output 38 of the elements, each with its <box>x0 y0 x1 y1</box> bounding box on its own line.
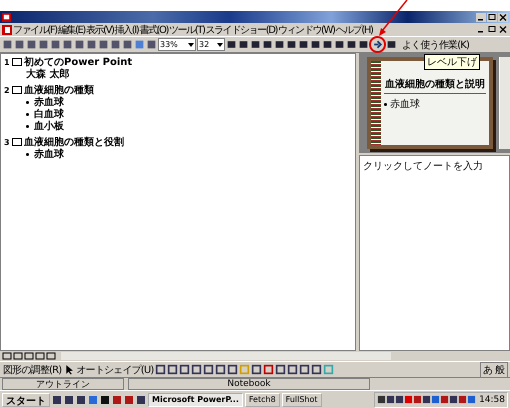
slide-bullet-text: 赤血球 <box>390 98 420 111</box>
tooltip: レベル下げ <box>424 54 480 70</box>
menu-item[interactable]: 書式(O) <box>139 22 168 36</box>
outline-text[interactable]: 赤血球 <box>34 95 64 109</box>
slide-title[interactable]: 初めてのPower Point <box>24 55 132 69</box>
menu-item[interactable]: ウィンドウ(W) <box>278 22 335 36</box>
autoshapes-button[interactable]: オートシェイプ(U) <box>75 362 154 376</box>
clock: 14:58 <box>479 394 505 404</box>
menu-item[interactable]: 挿入(I) <box>114 22 138 36</box>
slide-title[interactable]: 血液細胞の種類 <box>24 83 94 97</box>
ime-button[interactable]: あ <box>483 362 493 376</box>
start-button[interactable]: スタート <box>2 392 50 406</box>
menu-item[interactable]: ツール(T) <box>169 22 205 36</box>
draw-menu-button[interactable]: 図形の調整(R) <box>2 362 62 376</box>
outline-text[interactable]: 大森 太郎 <box>26 67 70 81</box>
slide-number: 3 <box>4 138 10 146</box>
taskbar-button[interactable]: Microsoft PowerP... <box>148 392 243 406</box>
outline-text[interactable]: 白血球 <box>34 107 64 121</box>
menu-item[interactable]: ヘルプ(H) <box>336 22 372 36</box>
slide-title[interactable]: 血液細胞の種類と役割 <box>24 135 124 149</box>
menu-item[interactable]: スライドショー(D) <box>206 22 278 36</box>
slide-number: 2 <box>4 86 10 94</box>
font-size-dropdown[interactable]: 32 <box>197 38 225 51</box>
status-view: アウトライン <box>2 378 124 390</box>
outline-text[interactable]: 血小板 <box>34 119 64 133</box>
menu-item[interactable]: ファイル(F) <box>13 22 57 36</box>
common-tasks-button[interactable]: よく使う作業(K) <box>398 38 470 52</box>
status-design: Notebook <box>128 378 370 390</box>
notes-field[interactable]: クリックしてノートを入力 <box>359 155 510 351</box>
taskbar-button[interactable]: FullShot <box>282 392 322 406</box>
ime-button[interactable]: 般 <box>495 362 505 376</box>
menu-item[interactable]: 編集(E) <box>58 22 85 36</box>
taskbar-button[interactable]: Fetch8 <box>244 392 280 406</box>
outline-text[interactable]: 赤血球 <box>34 147 64 161</box>
menu-item[interactable]: 表示(V) <box>86 22 114 36</box>
slide-title: 血液細胞の種類と説明 <box>384 77 486 94</box>
zoom-dropdown[interactable]: 33% <box>158 38 196 51</box>
slide-number: 1 <box>4 58 10 66</box>
